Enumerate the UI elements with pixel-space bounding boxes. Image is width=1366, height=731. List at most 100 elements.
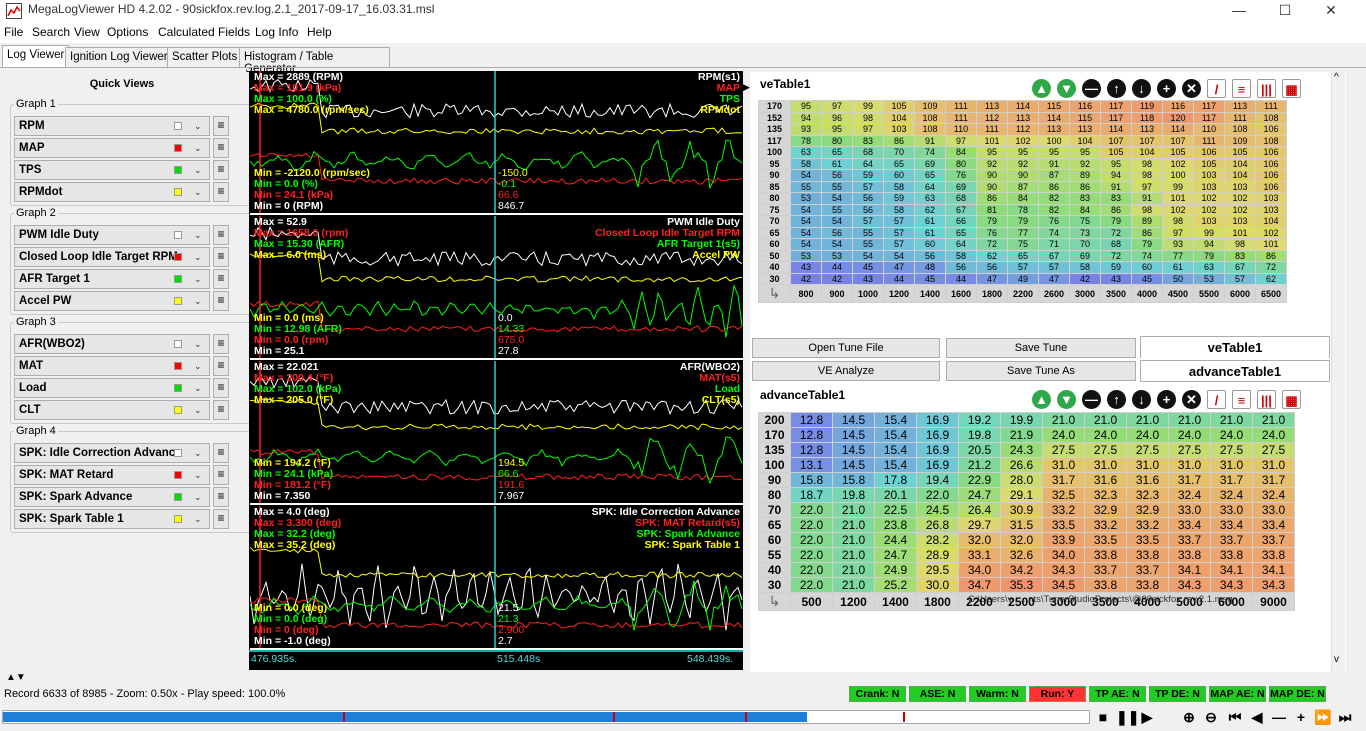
column-axis-label[interactable]: 1800 [916, 592, 959, 611]
table-cell[interactable]: 61 [914, 226, 946, 239]
table-cell[interactable]: 28.0 [1000, 472, 1043, 488]
table-cell[interactable]: 101 [1255, 238, 1287, 251]
zoom-out-icon[interactable]: ⊖ [1202, 709, 1220, 727]
table-cell[interactable]: 60 [883, 169, 915, 182]
table-cell[interactable]: 93 [790, 123, 822, 136]
table-cell[interactable]: 104 [883, 111, 915, 124]
table-cell[interactable]: 105 [1100, 146, 1132, 159]
table-cell[interactable]: 33.9 [1042, 532, 1085, 548]
field-menu-icon[interactable]: ≡ [213, 160, 229, 180]
tab-log-viewer[interactable]: Log Viewer [2, 45, 70, 67]
table-cell[interactable]: 102 [1224, 192, 1256, 205]
log-position-scrollbar[interactable] [2, 710, 1090, 724]
menu-calculated-fields[interactable]: Calculated Fields [158, 25, 250, 39]
chevron-down-icon[interactable]: ⌄ [194, 339, 204, 349]
table-cell[interactable]: 33.5 [1084, 532, 1127, 548]
table-cell[interactable]: 117 [1193, 100, 1225, 113]
table-cell[interactable]: 26.4 [958, 502, 1001, 518]
table-cell[interactable]: 113 [1069, 123, 1101, 136]
log-graph-area[interactable]: Max = 2889 (RPM) Max = 101.9 (kPa) Max = 1… [249, 71, 744, 670]
table-cell[interactable]: 74 [914, 146, 946, 159]
table-cell[interactable]: 33.0 [1252, 502, 1295, 518]
menu-search[interactable]: Search [32, 25, 70, 39]
table-cell[interactable]: 117 [1100, 111, 1132, 124]
table-cell[interactable]: 32.0 [1000, 532, 1043, 548]
table-cell[interactable]: 56 [821, 226, 853, 239]
table-cell[interactable]: 22.0 [916, 487, 959, 503]
table-cell[interactable]: 54 [852, 249, 884, 262]
table-cell[interactable]: 31.0 [1042, 457, 1085, 473]
table-cell[interactable]: 79 [976, 215, 1008, 228]
chevron-down-icon[interactable]: ⌄ [194, 383, 204, 393]
table-cell[interactable]: 19.2 [958, 412, 1001, 428]
table-cell[interactable]: 94 [1100, 169, 1132, 182]
column-axis-label[interactable]: 6000 [1224, 284, 1256, 303]
table-cell[interactable]: 73 [1069, 226, 1101, 239]
table-cell[interactable]: 19.8 [958, 427, 1001, 443]
row-axis-label[interactable]: 90 [758, 169, 791, 182]
adv-color-icon[interactable]: ▦ [1282, 390, 1301, 409]
table-cell[interactable]: 59 [1100, 261, 1132, 274]
column-axis-label[interactable]: 4500 [1162, 284, 1194, 303]
table-cell[interactable]: 22.0 [790, 532, 833, 548]
table-cell[interactable]: 16.9 [916, 442, 959, 458]
table-cell[interactable]: 80 [945, 157, 977, 170]
ve-decrease-icon[interactable]: ▼ [1057, 79, 1076, 98]
table-cell[interactable]: 82 [1038, 203, 1070, 216]
adv-minus-icon[interactable]: — [1082, 390, 1101, 409]
table-cell[interactable]: 54 [790, 226, 822, 239]
table-cell[interactable]: 115 [1038, 100, 1070, 113]
row-axis-label[interactable]: 60 [758, 238, 791, 251]
table-cell[interactable]: 119 [1131, 100, 1163, 113]
table-cell[interactable]: 98 [1131, 169, 1163, 182]
table-cell[interactable]: 31.0 [1210, 457, 1253, 473]
table-cell[interactable]: 103 [1255, 203, 1287, 216]
ve-clear-icon[interactable]: ✕ [1182, 79, 1201, 98]
chevron-down-icon[interactable]: ⌄ [194, 230, 204, 240]
close-button[interactable]: ✕ [1308, 0, 1354, 22]
table-cell[interactable]: 79 [1100, 215, 1132, 228]
table-cell[interactable]: 22.0 [790, 562, 833, 578]
ve-rows-icon[interactable]: ≡ [1232, 79, 1251, 98]
table-cell[interactable]: 32.0 [958, 532, 1001, 548]
table-cell[interactable]: 49 [1007, 272, 1039, 285]
table-cell[interactable]: 53 [790, 192, 822, 205]
decrease-speed-icon[interactable]: — [1270, 709, 1288, 727]
table-cell[interactable]: 103 [1224, 215, 1256, 228]
table-cell[interactable]: 83 [852, 134, 884, 147]
table-cell[interactable]: 72 [1255, 261, 1287, 274]
table-cell[interactable]: 100 [1038, 134, 1070, 147]
table-cell[interactable]: 97 [1162, 226, 1194, 239]
row-axis-label[interactable]: 30 [758, 272, 791, 285]
table-cell[interactable]: 27.5 [1126, 442, 1169, 458]
table-cell[interactable]: 57 [883, 238, 915, 251]
row-axis-label[interactable]: 135 [758, 123, 791, 136]
table-cell[interactable]: 33.1 [958, 547, 1001, 563]
table-cell[interactable]: 94 [1193, 238, 1225, 251]
table-cell[interactable]: 56 [852, 203, 884, 216]
ve-down-icon[interactable]: ↓ [1132, 79, 1151, 98]
table-cell[interactable]: 102 [1193, 203, 1225, 216]
row-axis-label[interactable]: 100 [758, 146, 791, 159]
table-cell[interactable]: 87 [1038, 169, 1070, 182]
table-cell[interactable]: 102 [1255, 226, 1287, 239]
table-cell[interactable]: 103 [1224, 180, 1256, 193]
table-cell[interactable]: 69 [1069, 249, 1101, 262]
table-cell[interactable]: 61 [821, 157, 853, 170]
table-cell[interactable]: 72 [1100, 226, 1132, 239]
table-cell[interactable]: 31.0 [1084, 457, 1127, 473]
table-cell[interactable]: 42 [1069, 272, 1101, 285]
ve-color-icon[interactable]: ▦ [1282, 79, 1301, 98]
table-cell[interactable]: 90 [976, 169, 1008, 182]
table-cell[interactable]: 98 [1131, 157, 1163, 170]
ve-minus-icon[interactable]: — [1082, 79, 1101, 98]
pause-button[interactable]: ❚❚ [1116, 709, 1139, 727]
table-cell[interactable]: 108 [914, 111, 946, 124]
table-cell[interactable]: 110 [945, 123, 977, 136]
table-cell[interactable]: 33.8 [1084, 577, 1127, 593]
table-cell[interactable]: 15.4 [874, 457, 917, 473]
table-cell[interactable]: 34.5 [1042, 577, 1085, 593]
table-cell[interactable]: 59 [852, 169, 884, 182]
row-axis-label[interactable]: 70 [758, 215, 791, 228]
adv-up-icon[interactable]: ↑ [1107, 390, 1126, 409]
